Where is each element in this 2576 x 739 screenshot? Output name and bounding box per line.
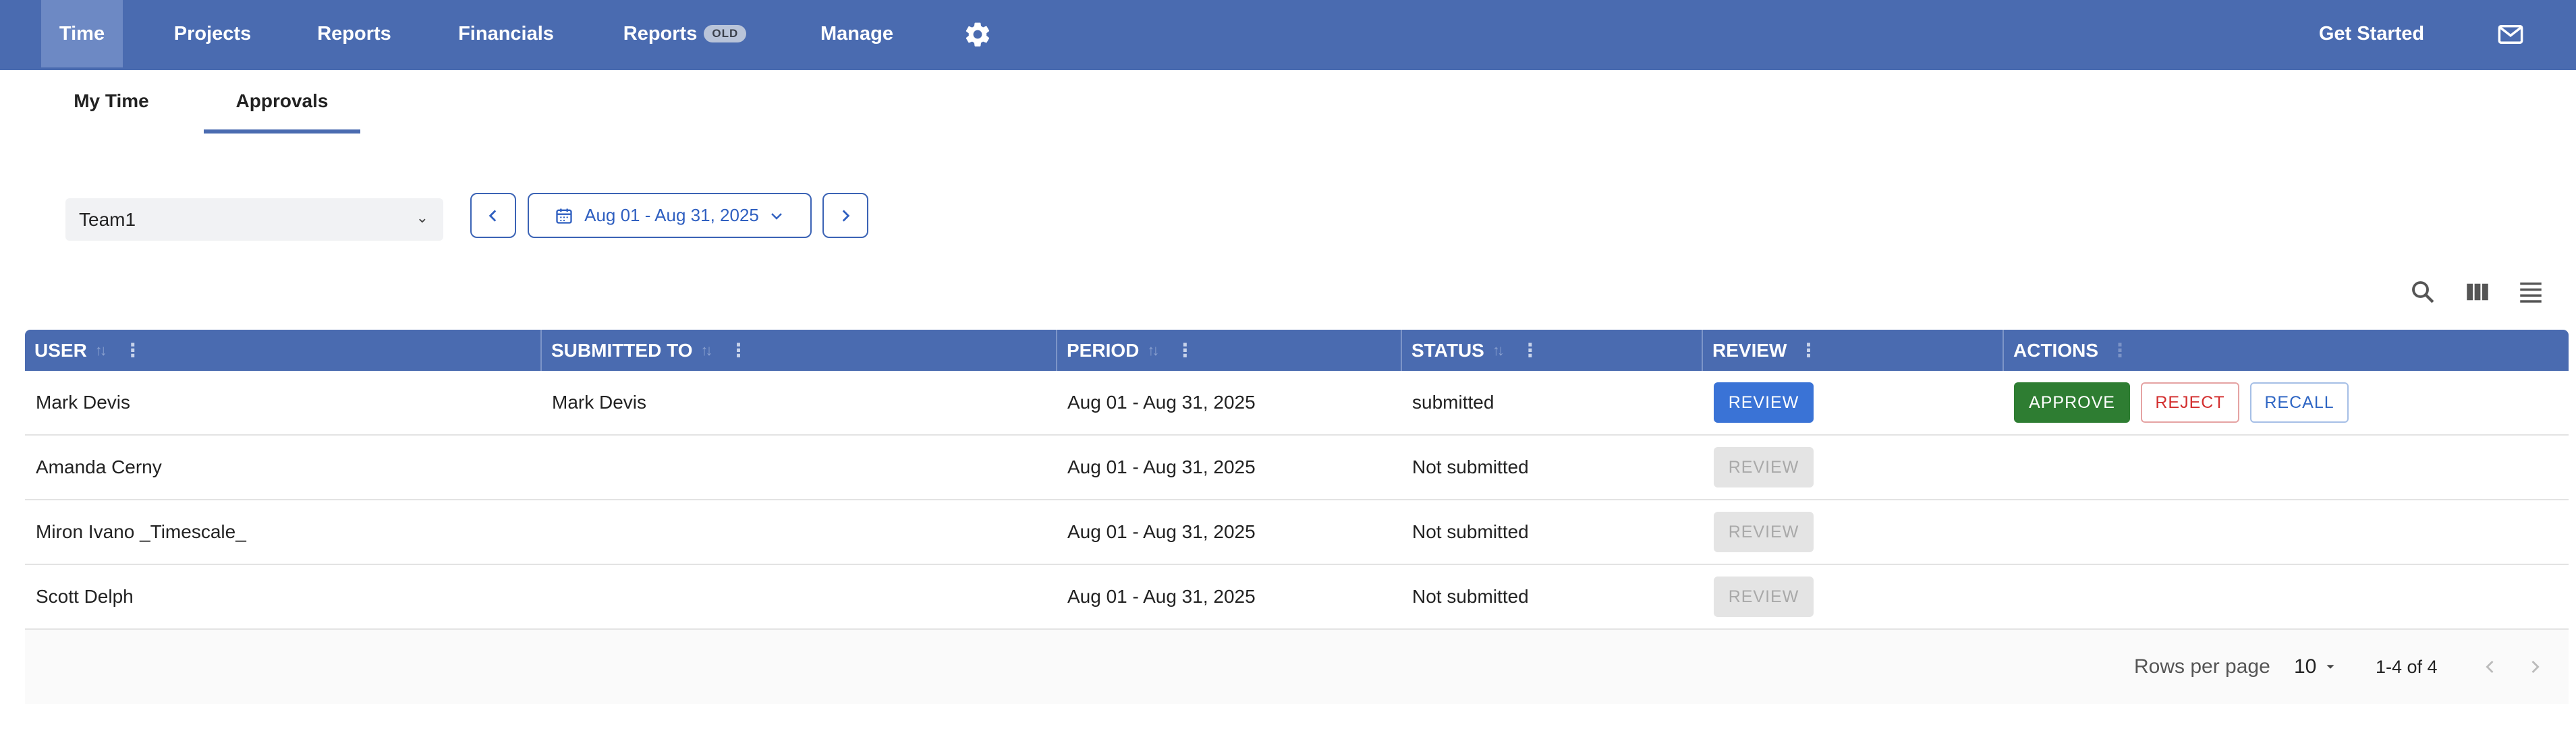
- sort-icon[interactable]: ↑↓: [700, 342, 712, 359]
- table-row: Amanda Cerny Aug 01 - Aug 31, 2025 Not s…: [25, 436, 2569, 500]
- chevron-right-icon: [842, 209, 850, 222]
- nav-item-reports[interactable]: Reports: [307, 0, 401, 67]
- status-cell: submitted: [1412, 392, 1494, 413]
- date-range-picker[interactable]: Aug 01 - Aug 31, 2025: [528, 193, 812, 238]
- tab-label: My Time: [74, 90, 149, 111]
- date-range-label: Aug 01 - Aug 31, 2025: [584, 205, 759, 225]
- review-cell: REVIEW: [1714, 565, 1814, 628]
- prev-period-button[interactable]: [470, 193, 516, 238]
- nav-label: Reports: [623, 22, 698, 45]
- columns-icon[interactable]: [2461, 275, 2494, 309]
- rows-per-page-select[interactable]: 10: [2294, 630, 2338, 704]
- gear-icon[interactable]: [961, 18, 995, 51]
- review-button: REVIEW: [1714, 512, 1814, 552]
- chevron-down-icon: [771, 212, 782, 220]
- approvals-table: USER ↑↓ ⋮ SUBMITTED TO ↑↓ ⋮ PERIOD ↑↓ ⋮ STATUS…: [25, 330, 2569, 630]
- nav-label: Time: [59, 22, 105, 45]
- review-button: REVIEW: [1714, 577, 1814, 617]
- rows-per-page-value: 10: [2294, 655, 2317, 678]
- prev-page-button[interactable]: [2481, 630, 2500, 704]
- get-started-link[interactable]: Get Started: [2307, 0, 2436, 67]
- column-menu-icon[interactable]: ⋮: [123, 341, 142, 360]
- next-period-button[interactable]: [822, 193, 868, 238]
- period-cell: Aug 01 - Aug 31, 2025: [1067, 521, 1256, 542]
- search-icon[interactable]: [2406, 275, 2440, 309]
- column-menu-icon[interactable]: ⋮: [2110, 341, 2129, 360]
- user-cell: Amanda Cerny: [36, 456, 162, 477]
- caret-down-icon: [2326, 665, 2334, 669]
- table-row: Miron Ivano _Timescale_ Aug 01 - Aug 31,…: [25, 500, 2569, 565]
- column-header-period[interactable]: PERIOD ↑↓ ⋮: [1056, 330, 1401, 371]
- column-menu-icon[interactable]: ⋮: [729, 341, 748, 360]
- reject-button[interactable]: REJECT: [2141, 382, 2239, 423]
- submitted-to-cell: Mark Devis: [552, 392, 647, 413]
- tab-my-time[interactable]: My Time: [67, 90, 155, 134]
- column-menu-icon[interactable]: ⋮: [1799, 341, 1818, 360]
- column-menu-icon[interactable]: ⋮: [1521, 341, 1540, 360]
- tab-approvals[interactable]: Approvals: [204, 90, 360, 134]
- sort-icon[interactable]: ↑↓: [1492, 342, 1505, 359]
- calendar-icon: [556, 208, 572, 224]
- status-cell: Not submitted: [1412, 521, 1529, 542]
- nav-label: Reports: [317, 22, 391, 45]
- chevron-left-icon: [488, 209, 497, 222]
- chevron-right-icon: [2531, 660, 2540, 674]
- review-cell: REVIEW: [1714, 436, 1814, 499]
- nav-item-projects[interactable]: Projects: [162, 0, 263, 67]
- column-title: REVIEW: [1712, 339, 1787, 361]
- get-started-label: Get Started: [2318, 22, 2425, 45]
- table-header: USER ↑↓ ⋮ SUBMITTED TO ↑↓ ⋮ PERIOD ↑↓ ⋮ STATUS…: [25, 330, 2569, 371]
- top-nav: Time Projects Reports Financials Reports…: [0, 0, 2576, 70]
- column-header-actions[interactable]: ACTIONS ⋮: [2003, 330, 2569, 371]
- user-cell: Mark Devis: [36, 392, 131, 413]
- density-icon[interactable]: [2514, 275, 2548, 309]
- review-cell: REVIEW: [1714, 500, 1814, 564]
- review-button[interactable]: REVIEW: [1714, 382, 1814, 423]
- column-title: STATUS: [1411, 339, 1484, 361]
- status-cell: Not submitted: [1412, 456, 1529, 477]
- column-header-status[interactable]: STATUS ↑↓ ⋮: [1401, 330, 1702, 371]
- team-select[interactable]: Team1 ⌄: [65, 198, 443, 241]
- sort-icon[interactable]: ↑↓: [1147, 342, 1159, 359]
- table-row: Scott Delph Aug 01 - Aug 31, 2025 Not su…: [25, 565, 2569, 630]
- column-title: USER: [34, 339, 87, 361]
- column-header-user[interactable]: USER ↑↓ ⋮: [25, 330, 540, 371]
- table-footer: Rows per page 10 1-4 of 4: [25, 630, 2569, 704]
- column-header-review[interactable]: REVIEW ⋮: [1702, 330, 2003, 371]
- column-title: SUBMITTED TO: [551, 339, 693, 361]
- approve-button[interactable]: APPROVE: [2014, 382, 2130, 423]
- nav-label: Manage: [820, 22, 893, 45]
- tab-label: Approvals: [235, 90, 329, 111]
- column-title: ACTIONS: [2013, 339, 2098, 361]
- rows-per-page-label: Rows per page: [2134, 655, 2270, 678]
- user-cell: Miron Ivano _Timescale_: [36, 521, 246, 542]
- period-cell: Aug 01 - Aug 31, 2025: [1067, 456, 1256, 477]
- column-title: PERIOD: [1067, 339, 1140, 361]
- nav-item-manage[interactable]: Manage: [810, 0, 904, 67]
- pagination-range: 1-4 of 4: [2376, 656, 2438, 677]
- period-cell: Aug 01 - Aug 31, 2025: [1067, 392, 1256, 413]
- nav-label: Projects: [173, 22, 252, 45]
- sort-icon[interactable]: ↑↓: [95, 342, 107, 359]
- next-page-button[interactable]: [2525, 630, 2544, 704]
- recall-button[interactable]: RECALL: [2250, 382, 2349, 423]
- nav-item-reports-old[interactable]: Reports OLD: [614, 0, 756, 67]
- mail-icon[interactable]: [2494, 18, 2527, 51]
- nav-label: Financials: [458, 22, 554, 45]
- chevron-left-icon: [2486, 660, 2494, 674]
- chevron-down-icon: ⌄: [416, 209, 428, 226]
- table-row: Mark Devis Mark Devis Aug 01 - Aug 31, 2…: [25, 371, 2569, 436]
- nav-item-financials[interactable]: Financials: [452, 0, 560, 67]
- review-cell: REVIEW: [1714, 371, 1814, 434]
- column-menu-icon[interactable]: ⋮: [1175, 341, 1194, 360]
- status-cell: Not submitted: [1412, 586, 1529, 607]
- user-cell: Scott Delph: [36, 586, 134, 607]
- period-cell: Aug 01 - Aug 31, 2025: [1067, 586, 1256, 607]
- old-badge: OLD: [704, 25, 747, 42]
- nav-item-time[interactable]: Time: [41, 0, 123, 67]
- column-header-submitted-to[interactable]: SUBMITTED TO ↑↓ ⋮: [540, 330, 1056, 371]
- team-select-value: Team1: [79, 208, 136, 230]
- review-button: REVIEW: [1714, 447, 1814, 487]
- actions-cell: APPROVE REJECT RECALL: [2014, 371, 2349, 434]
